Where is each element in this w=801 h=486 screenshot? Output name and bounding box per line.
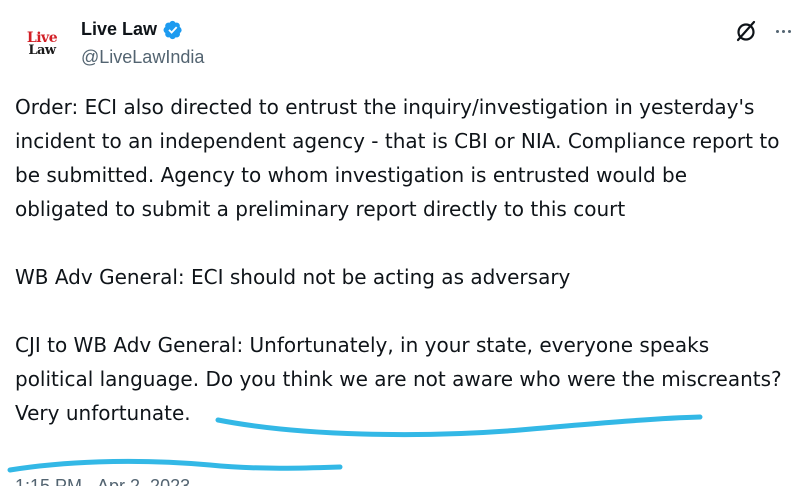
more-options-button[interactable]: [770, 18, 796, 44]
more-options-icon-dot: [781, 29, 785, 33]
name-row: Live Law: [81, 19, 183, 40]
more-options-icon-dot: [775, 29, 779, 33]
tweet-text: Order: ECI also directed to entrust the …: [15, 90, 787, 464]
grok-icon[interactable]: [733, 18, 759, 44]
logo-text-law: Law: [28, 43, 56, 58]
display-name[interactable]: Live Law: [81, 19, 157, 40]
avatar[interactable]: Live Law: [18, 20, 66, 68]
timestamp[interactable]: 1:15 PM · Apr 2, 2023 ·: [15, 476, 201, 486]
tweet-paragraph-adv-general: WB Adv General: ECI should not be acting…: [15, 265, 571, 289]
handle[interactable]: @LiveLawIndia: [81, 47, 204, 68]
tweet-paragraph-order: Order: ECI also directed to entrust the …: [15, 95, 780, 221]
verified-badge-icon: [163, 20, 182, 39]
more-options-icon-dot: [787, 29, 791, 33]
tweet-paragraph-cji: CJI to WB Adv General: Unfortunately, in…: [15, 328, 787, 430]
tweet-header: Live Law Live Law @LiveLawIndia: [0, 0, 801, 80]
